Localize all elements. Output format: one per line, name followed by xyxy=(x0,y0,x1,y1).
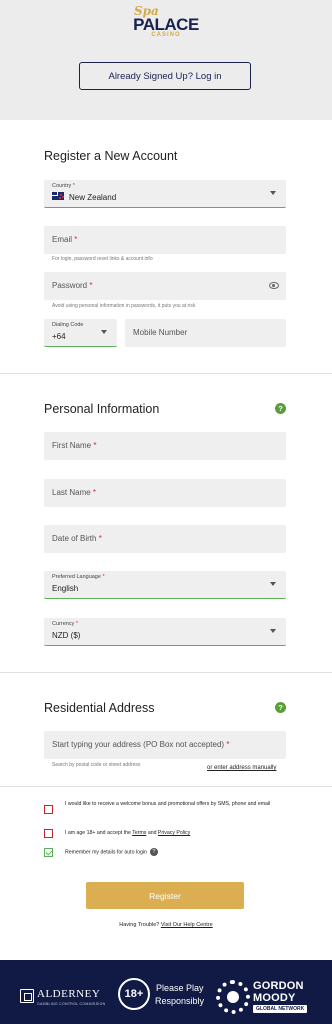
language-value: English xyxy=(52,584,79,593)
section-divider xyxy=(0,672,332,673)
currency-label: Currency * xyxy=(52,621,78,627)
country-value: New Zealand xyxy=(69,193,117,202)
chevron-down-icon xyxy=(270,191,276,195)
currency-value: NZD ($) xyxy=(52,631,81,640)
nz-flag-icon xyxy=(52,192,64,200)
country-label: Country * xyxy=(52,183,75,189)
last-name-placeholder: Last Name * xyxy=(52,488,97,497)
dialing-code-label: Dialing Code xyxy=(52,322,84,328)
email-hint: For login, password reset links & accoun… xyxy=(52,256,153,262)
play-responsibly-line2: Responsibly xyxy=(155,996,205,1006)
remember-me-checkbox[interactable] xyxy=(44,848,53,857)
chevron-down-icon xyxy=(101,330,107,334)
gordon-moody-line3: GLOBAL NETWORK xyxy=(253,1005,308,1013)
age-terms-checkbox[interactable] xyxy=(44,829,53,838)
mobile-number-field[interactable]: Mobile Number xyxy=(125,319,286,347)
promo-consent-label: I would like to receive a welcome bonus … xyxy=(65,801,271,807)
gordon-moody-logo-icon[interactable] xyxy=(216,980,250,1014)
spa-palace-logo[interactable]: Spa PALACE CASINO xyxy=(130,4,202,40)
enter-address-manually-link[interactable]: or enter address manually xyxy=(207,765,276,771)
question-icon[interactable]: ? xyxy=(149,848,158,856)
first-name-field[interactable]: First Name * xyxy=(44,432,286,460)
help-icon[interactable]: ? xyxy=(275,403,286,414)
alderney-seal-icon xyxy=(20,989,34,1003)
section-divider xyxy=(0,786,332,787)
gordon-moody-line1: GORDON xyxy=(253,980,304,992)
currency-select[interactable]: Currency * NZD ($) xyxy=(44,618,286,646)
gordon-moody-line2: MOODY xyxy=(253,992,296,1004)
address-placeholder: Start typing your address (PO Box not ac… xyxy=(52,740,230,749)
help-icon[interactable]: ? xyxy=(275,702,286,713)
age-18-badge[interactable]: 18+ xyxy=(118,978,150,1010)
date-of-birth-field[interactable]: Date of Birth * xyxy=(44,525,286,553)
footer: ALDERNEY GAMBLING CONTROL COMMISSION 18+… xyxy=(0,960,332,1024)
promo-consent-checkbox[interactable] xyxy=(44,805,53,814)
email-field[interactable]: Email * xyxy=(44,226,286,254)
terms-link[interactable]: Terms xyxy=(132,830,146,836)
help-text: Having Trouble? Visit Our Help Centre xyxy=(119,922,213,928)
personal-info-title: Personal Information xyxy=(44,402,160,416)
header-area: Spa PALACE CASINO Already Signed Up? Log… xyxy=(0,0,332,120)
help-centre-link[interactable]: Visit Our Help Centre xyxy=(161,922,213,928)
password-placeholder: Password * xyxy=(52,281,93,290)
play-responsibly-line1: Please Play xyxy=(156,983,204,993)
last-name-field[interactable]: Last Name * xyxy=(44,479,286,507)
country-select[interactable]: Country * New Zealand xyxy=(44,180,286,208)
first-name-placeholder: First Name * xyxy=(52,441,97,450)
eye-icon[interactable] xyxy=(269,282,279,289)
section-divider xyxy=(0,373,332,374)
alderney-sub-text: GAMBLING CONTROL COMMISSION xyxy=(37,1002,106,1006)
password-hint: Avoid using personal information in pass… xyxy=(52,303,196,309)
register-button[interactable]: Register xyxy=(86,882,244,909)
alderney-logo-text[interactable]: ALDERNEY xyxy=(37,988,100,1000)
mobile-placeholder: Mobile Number xyxy=(133,328,188,337)
dob-placeholder: Date of Birth * xyxy=(52,534,102,543)
address-hint: Search by postal code or street address xyxy=(52,762,141,768)
language-label: Preferred Language * xyxy=(52,574,105,580)
chevron-down-icon xyxy=(270,582,276,586)
register-title: Register a New Account xyxy=(44,149,178,163)
residential-address-title: Residential Address xyxy=(44,701,155,715)
remember-me-label: Remember my details for auto login? xyxy=(65,848,285,857)
login-button[interactable]: Already Signed Up? Log in xyxy=(79,62,251,90)
dialing-code-select[interactable]: Dialing Code +64 xyxy=(44,319,117,347)
logo-casino-text: CASINO xyxy=(151,32,181,38)
email-placeholder: Email * xyxy=(52,235,78,244)
chevron-down-icon xyxy=(270,629,276,633)
privacy-policy-link[interactable]: Privacy Policy xyxy=(158,830,190,836)
address-search-field[interactable]: Start typing your address (PO Box not ac… xyxy=(44,731,286,759)
language-select[interactable]: Preferred Language * English xyxy=(44,571,286,599)
dialing-code-value: +64 xyxy=(52,332,66,341)
password-field[interactable]: Password * xyxy=(44,272,286,300)
age-terms-label: I am age 18+ and accept the Terms and Pr… xyxy=(65,830,191,836)
